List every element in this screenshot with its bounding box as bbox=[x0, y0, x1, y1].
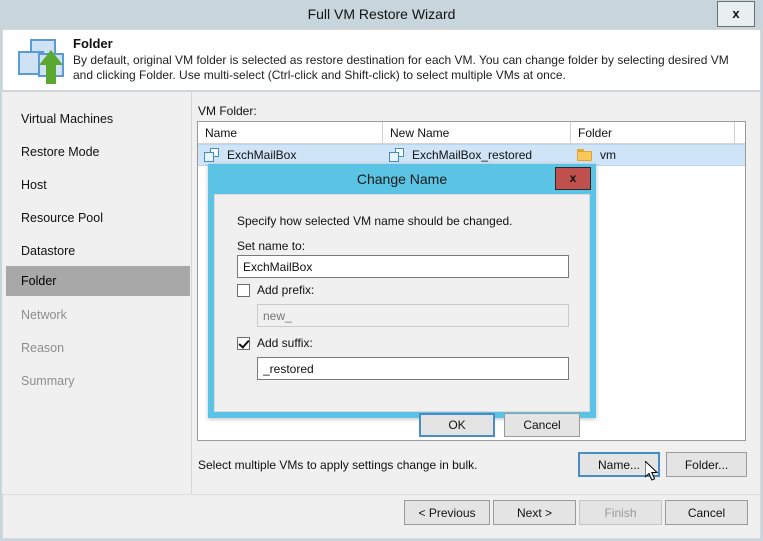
add-suffix-label: Add suffix: bbox=[257, 336, 313, 350]
sidebar-item-datastore[interactable]: Datastore bbox=[6, 236, 190, 266]
set-name-input[interactable] bbox=[237, 255, 569, 278]
change-name-description: Specify how selected VM name should be c… bbox=[237, 214, 513, 228]
next-button[interactable]: Next > bbox=[493, 500, 576, 525]
folder-icon bbox=[577, 149, 592, 161]
sidebar-item-folder[interactable]: Folder bbox=[6, 266, 190, 296]
add-prefix-label: Add prefix: bbox=[257, 283, 314, 297]
previous-button[interactable]: < Previous bbox=[404, 500, 490, 525]
set-name-label: Set name to: bbox=[237, 239, 305, 253]
sidebar-item-restore-mode[interactable]: Restore Mode bbox=[6, 137, 190, 167]
change-name-dialog-title: Change Name bbox=[208, 164, 596, 194]
folder-button[interactable]: Folder... bbox=[666, 452, 747, 477]
page-description: By default, original VM folder is select… bbox=[73, 53, 743, 83]
sidebar-item-summary: Summary bbox=[6, 366, 190, 396]
ok-button[interactable]: OK bbox=[419, 413, 495, 437]
sidebar-item-virtual-machines[interactable]: Virtual Machines bbox=[6, 104, 190, 134]
sidebar-item-resource-pool[interactable]: Resource Pool bbox=[6, 203, 190, 233]
change-name-close-button[interactable]: x bbox=[555, 167, 591, 190]
table-row[interactable]: ExchMailBox ExchMailBox_restored vm bbox=[198, 144, 745, 166]
vm-folder-label: VM Folder: bbox=[198, 104, 257, 118]
suffix-input[interactable] bbox=[257, 357, 569, 380]
grid-header-row: Name New Name Folder bbox=[198, 122, 745, 144]
add-suffix-checkbox[interactable] bbox=[237, 337, 250, 350]
prefix-input bbox=[257, 304, 569, 327]
cell-folder-text: vm bbox=[600, 148, 616, 162]
grid-column-spacer bbox=[735, 122, 746, 144]
bulk-hint: Select multiple VMs to apply settings ch… bbox=[198, 458, 477, 472]
grid-column-new-name[interactable]: New Name bbox=[383, 122, 571, 144]
grid-column-folder[interactable]: Folder bbox=[571, 122, 735, 144]
cell-new-name: ExchMailBox_restored bbox=[383, 145, 571, 165]
change-name-dialog-body: Specify how selected VM name should be c… bbox=[214, 194, 590, 412]
grid-column-name[interactable]: Name bbox=[198, 122, 383, 144]
cell-folder: vm bbox=[571, 145, 735, 165]
sidebar-item-network: Network bbox=[6, 300, 190, 330]
wizard-header: Folder By default, original VM folder is… bbox=[2, 29, 761, 91]
name-button[interactable]: Name... bbox=[578, 452, 660, 477]
window-close-button[interactable]: x bbox=[717, 1, 755, 27]
page-title: Folder bbox=[73, 36, 113, 51]
cell-name: ExchMailBox bbox=[198, 145, 383, 165]
finish-button: Finish bbox=[579, 500, 662, 525]
cancel-button[interactable]: Cancel bbox=[665, 500, 748, 525]
cell-name-text: ExchMailBox bbox=[227, 148, 296, 162]
window-title: Full VM Restore Wizard bbox=[0, 0, 763, 28]
vm-icon bbox=[204, 148, 219, 162]
sidebar-item-host[interactable]: Host bbox=[6, 170, 190, 200]
wizard-step-nav: Virtual Machines Restore Mode Host Resou… bbox=[2, 92, 192, 494]
cell-new-name-text: ExchMailBox_restored bbox=[412, 148, 532, 162]
change-name-dialog: Change Name x Specify how selected VM na… bbox=[208, 164, 596, 418]
dialog-cancel-button[interactable]: Cancel bbox=[504, 413, 580, 437]
sidebar-item-reason: Reason bbox=[6, 333, 190, 363]
vm-icon bbox=[389, 148, 404, 162]
add-prefix-checkbox[interactable] bbox=[237, 284, 250, 297]
vm-folder-restore-icon bbox=[15, 38, 67, 86]
window-title-bar: Full VM Restore Wizard x bbox=[0, 0, 763, 28]
